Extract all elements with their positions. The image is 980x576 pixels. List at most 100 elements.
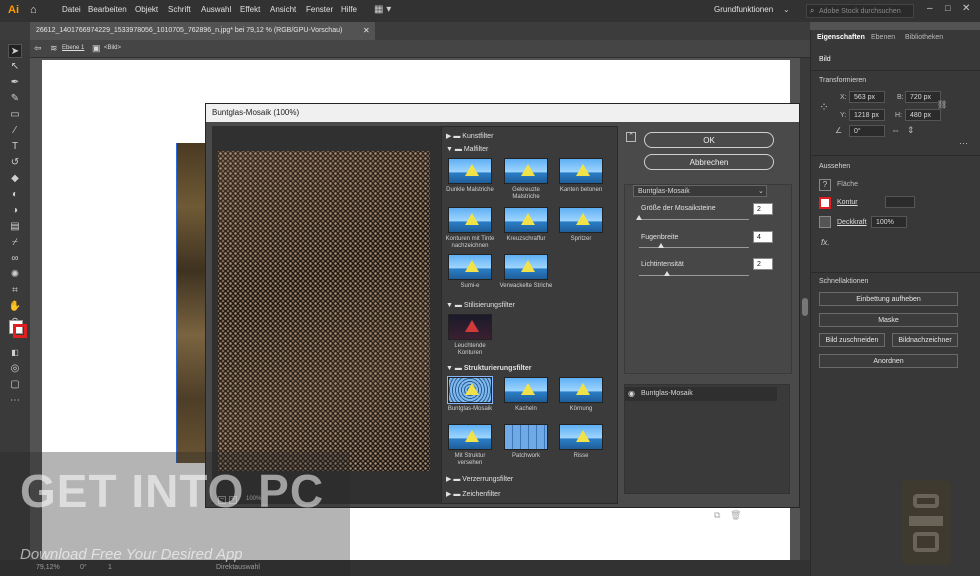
category-kunstfilter[interactable]: ▶ ▬ Kunstfilter [446, 132, 493, 140]
arrange-button[interactable]: Anordnen [819, 354, 958, 368]
filter-thumb[interactable] [448, 207, 492, 233]
curvature-tool-icon[interactable]: ✎ [8, 92, 22, 106]
placed-image[interactable] [176, 143, 206, 463]
rotate-tool-icon[interactable]: ↺ [8, 156, 22, 170]
param-value[interactable]: 2 [753, 203, 773, 215]
mask-button[interactable]: Maske [819, 313, 958, 327]
tab-bibliotheken[interactable]: Bibliotheken [905, 34, 943, 41]
y-field[interactable]: 1218 px [849, 109, 885, 121]
ok-button[interactable]: OK [644, 132, 774, 148]
filter-thumb[interactable] [504, 158, 548, 184]
category-stilisierungsfilter[interactable]: ▼ ▬ Stilisierungsfilter [446, 302, 515, 309]
filter-thumb[interactable] [504, 207, 548, 233]
filter-thumb[interactable] [559, 424, 603, 450]
param-slider[interactable] [639, 247, 749, 248]
document-tab[interactable]: 26612_1401766974229_1533978056_1010705_7… [30, 22, 375, 40]
filter-preview-image[interactable] [218, 151, 430, 471]
breadcrumb-object[interactable]: <Bild> [104, 45, 121, 51]
width-field[interactable]: 720 px [905, 91, 941, 103]
blend-tool-icon[interactable]: ∞ [8, 252, 22, 266]
stroke-swatch[interactable] [13, 324, 27, 338]
angle-field[interactable]: 0° [849, 125, 885, 137]
menu-fenster[interactable]: Fenster [306, 5, 333, 14]
param-value[interactable]: 2 [753, 258, 773, 270]
constrain-proportions-icon[interactable]: ⛓ [937, 100, 947, 109]
stroke-weight-field[interactable] [885, 196, 915, 208]
filter-thumb[interactable] [448, 254, 492, 280]
filter-thumb[interactable] [559, 158, 603, 184]
stroke-label[interactable]: Kontur [837, 199, 858, 206]
category-malfilter[interactable]: ▼ ▬ Malfilter [446, 146, 488, 153]
category-strukturierungsfilter[interactable]: ▼ ▬ Strukturierungsfilter [446, 365, 532, 372]
filter-thumb[interactable] [504, 424, 548, 450]
pen-tool-icon[interactable]: ✒ [8, 76, 22, 90]
more-tools-icon[interactable]: ⋯ [8, 394, 22, 408]
chevron-down-icon[interactable]: ⌄ [783, 5, 790, 14]
filter-thumb-selected[interactable] [447, 376, 493, 404]
param-slider[interactable] [639, 275, 749, 276]
tab-eigenschaften[interactable]: Eigenschaften [817, 34, 865, 41]
new-effect-layer-icon[interactable]: ⧉ [714, 510, 720, 521]
drawing-mode-icon[interactable]: ◎ [8, 362, 22, 376]
rectangle-tool-icon[interactable]: ▭ [8, 108, 22, 122]
breadcrumb-layer[interactable]: Ebene 1 [62, 45, 84, 51]
param-slider[interactable] [639, 219, 749, 220]
cancel-button[interactable]: Abbrechen [644, 154, 774, 170]
close-icon[interactable]: ✕ [962, 3, 970, 14]
maximize-icon[interactable]: □ [945, 3, 950, 13]
opacity-label[interactable]: Deckkraft [837, 219, 867, 226]
menu-datei[interactable]: Datei [62, 5, 81, 14]
slider-knob[interactable] [663, 271, 670, 276]
height-field[interactable]: 480 px [905, 109, 941, 121]
menu-objekt[interactable]: Objekt [135, 5, 158, 14]
reference-point-icon[interactable]: ⁘ [819, 100, 829, 114]
filter-thumb[interactable] [559, 207, 603, 233]
scrollbar-thumb[interactable] [802, 298, 808, 316]
fx-icon[interactable]: fx. [821, 238, 829, 247]
more-options-icon[interactable]: ⋯ [959, 138, 968, 149]
effect-layer-row[interactable]: ◉ Buntglas-Mosaik [625, 387, 777, 401]
collapse-gallery-icon[interactable]: ⌃ [626, 132, 636, 142]
direct-selection-tool-icon[interactable]: ↖ [8, 60, 22, 74]
brush-tool-icon[interactable]: ⁄ [8, 124, 22, 138]
swap-colors-icon[interactable]: ◧ [8, 346, 22, 360]
menu-schrift[interactable]: Schrift [168, 5, 191, 14]
menu-bearbeiten[interactable]: Bearbeiten [88, 5, 127, 14]
menu-effekt[interactable]: Effekt [240, 5, 260, 14]
unembed-button[interactable]: Einbettung aufheben [819, 292, 958, 306]
type-tool-icon[interactable]: T [8, 140, 22, 154]
filter-thumb[interactable] [448, 158, 492, 184]
stock-search-input[interactable]: ⌕ Adobe Stock durchsuchen [806, 4, 914, 18]
delete-effect-layer-icon[interactable]: 🗑 [730, 510, 741, 521]
selection-tool-icon[interactable]: ➤ [8, 44, 22, 58]
fill-none-swatch[interactable]: ? [819, 179, 831, 191]
image-trace-button[interactable]: Bildnachzeichner [892, 333, 958, 347]
filter-thumb[interactable] [448, 424, 492, 450]
tab-ebenen[interactable]: Ebenen [871, 34, 895, 41]
back-arrow-icon[interactable]: ⇦ [34, 43, 42, 54]
menu-hilfe[interactable]: Hilfe [341, 5, 357, 14]
screen-mode-icon[interactable]: ▢ [8, 378, 22, 392]
flip-horizontal-icon[interactable]: ⇔ [891, 125, 900, 135]
visibility-eye-icon[interactable]: ◉ [628, 389, 635, 398]
slider-knob[interactable] [658, 243, 664, 248]
crop-image-button[interactable]: Bild zuschneiden [819, 333, 885, 347]
category-verzerrungsfilter[interactable]: ▶ ▬ Verzerrungsfilter [446, 475, 513, 483]
hand-tool-icon[interactable]: ✋ [8, 300, 22, 314]
vertical-scrollbar[interactable] [800, 58, 810, 560]
minimize-icon[interactable]: – [927, 3, 933, 14]
filter-select[interactable]: Buntglas-Mosaik ⌄ [633, 185, 767, 197]
filter-thumb[interactable] [504, 254, 548, 280]
slider-knob[interactable] [636, 215, 642, 220]
category-zeichenfilter[interactable]: ▶ ▬ Zeichenfilter [446, 490, 500, 498]
shape-builder-icon[interactable]: ◑ [8, 204, 22, 218]
close-tab-icon[interactable]: ✕ [363, 26, 370, 35]
x-field[interactable]: 563 px [849, 91, 885, 103]
filter-thumb[interactable] [448, 314, 492, 340]
param-value[interactable]: 4 [753, 231, 773, 243]
opacity-field[interactable]: 100% [871, 216, 907, 228]
arrange-documents-icon[interactable]: ▦ ▾ [374, 4, 391, 15]
filter-thumb[interactable] [559, 377, 603, 403]
eyedropper-tool-icon[interactable]: ⌿ [8, 236, 22, 250]
artboard-tool-icon[interactable]: ⌗ [8, 284, 22, 298]
